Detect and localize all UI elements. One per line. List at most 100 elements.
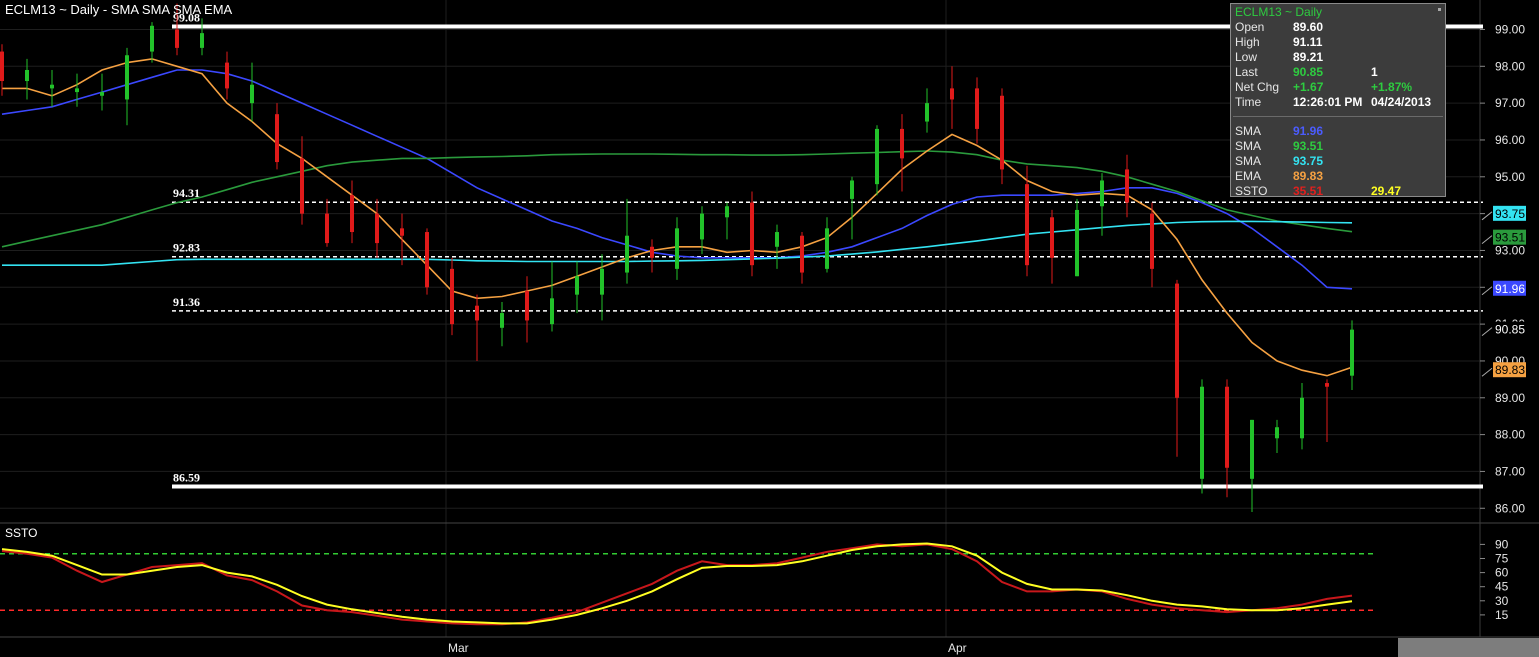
moving-average-lines bbox=[1, 58, 1353, 377]
ssto-line bbox=[1, 543, 1353, 626]
ssto-tick-label: 15 bbox=[1495, 608, 1509, 622]
price-tick-label: 95.00 bbox=[1495, 170, 1525, 184]
candle-body bbox=[300, 158, 304, 214]
candle-body bbox=[1150, 213, 1154, 269]
candle-body bbox=[50, 84, 54, 89]
info-row: Open 89.60 bbox=[1235, 20, 1445, 35]
price-tick-label: 96.00 bbox=[1495, 133, 1525, 147]
info-row: Time 12:26:01 PM 04/24/2013 bbox=[1235, 95, 1445, 110]
info-row-value2: +1.87% bbox=[1371, 80, 1413, 94]
candle-body bbox=[400, 228, 404, 236]
price-marker-label: 89.83 bbox=[1495, 363, 1525, 377]
info-row-value: 93.75 bbox=[1293, 154, 1324, 168]
candle-body bbox=[425, 232, 429, 288]
ssto-panel: 907560453015 bbox=[0, 537, 1509, 626]
price-tick-label: 93.00 bbox=[1495, 243, 1525, 257]
ssto-tick-label: 60 bbox=[1495, 566, 1509, 580]
candlesticks bbox=[0, 3, 1354, 512]
info-row-label: SMA bbox=[1235, 139, 1262, 153]
month-label: Apr bbox=[948, 641, 967, 655]
ssto-tick-label: 30 bbox=[1495, 594, 1509, 608]
scrollbar[interactable] bbox=[1398, 638, 1539, 657]
price-tick-label: 97.00 bbox=[1495, 96, 1525, 110]
price-axis: 99.0098.0097.0096.0095.0094.0093.0092.00… bbox=[1480, 22, 1526, 515]
candle-body bbox=[75, 88, 79, 93]
level-label: 92.83 bbox=[173, 241, 200, 255]
series-line bbox=[2, 58, 1353, 377]
info-row-label: SMA bbox=[1235, 124, 1262, 138]
ssto-tick-label: 45 bbox=[1495, 580, 1509, 594]
price-tick-label: 99.00 bbox=[1495, 22, 1525, 36]
candle-body bbox=[1225, 386, 1229, 468]
chart-title: ECLM13 ~ Daily - SMA SMA SMA EMA bbox=[5, 2, 233, 17]
info-row-value: 91.11 bbox=[1293, 35, 1323, 49]
candle-body bbox=[250, 84, 254, 104]
info-row-value: 12:26:01 PM bbox=[1293, 95, 1363, 109]
candle-body bbox=[175, 29, 179, 48]
candle-body bbox=[650, 246, 654, 258]
price-marker-label: 90.85 bbox=[1495, 323, 1525, 337]
candle-body bbox=[550, 298, 554, 325]
candle-body bbox=[575, 276, 579, 295]
marker-pointer bbox=[1481, 286, 1493, 296]
candle-body bbox=[975, 88, 979, 129]
candle-body bbox=[25, 69, 29, 82]
info-row: SMA 93.75 bbox=[1235, 154, 1445, 169]
info-row-label: SMA bbox=[1235, 154, 1262, 168]
info-row: Last 90.85 1 bbox=[1235, 65, 1445, 80]
price-tick-label: 86.00 bbox=[1495, 501, 1525, 515]
candle-body bbox=[675, 228, 679, 269]
candle-body bbox=[800, 235, 804, 273]
ssto-tick-label: 90 bbox=[1495, 537, 1509, 551]
level-label: 86.59 bbox=[173, 471, 200, 485]
candle-body bbox=[375, 213, 379, 244]
marker-pointer bbox=[1481, 367, 1493, 377]
price-tick-label: 88.00 bbox=[1495, 428, 1525, 442]
price-marker-label: 91.96 bbox=[1495, 282, 1525, 296]
info-row-label: Net Chg bbox=[1235, 80, 1280, 94]
info-row-label: Low bbox=[1235, 50, 1258, 64]
candle-body bbox=[500, 313, 504, 328]
candle-body bbox=[925, 103, 929, 122]
candle-body bbox=[1350, 329, 1354, 376]
info-menu-icon[interactable] bbox=[1438, 8, 1441, 11]
info-row-value: 89.21 bbox=[1293, 50, 1324, 64]
candle-body bbox=[125, 55, 129, 100]
price-marker-label: 93.75 bbox=[1495, 207, 1525, 221]
info-row: SSTO 35.51 29.47 bbox=[1235, 184, 1445, 199]
ssto-line bbox=[1, 542, 1353, 625]
candle-body bbox=[1025, 184, 1029, 266]
info-row-value: +1.67 bbox=[1293, 80, 1324, 94]
candle-body bbox=[450, 268, 454, 325]
info-row-value: 90.85 bbox=[1293, 65, 1324, 79]
info-box[interactable]: ECLM13 ~ Daily Open 89.60 High 91.11 Low 89.2… bbox=[1230, 3, 1446, 199]
candle-body bbox=[1250, 419, 1254, 479]
candle-body bbox=[275, 114, 279, 163]
candle-body bbox=[200, 33, 204, 48]
candle-body bbox=[1050, 217, 1054, 258]
candle-body bbox=[350, 195, 354, 233]
info-row-label: Open bbox=[1235, 20, 1265, 34]
info-row-value: 91.96 bbox=[1293, 124, 1324, 138]
candle-body bbox=[1200, 386, 1204, 479]
time-axis: Mar Apr bbox=[448, 641, 967, 655]
info-row-label: Last bbox=[1235, 65, 1258, 79]
candle-body bbox=[725, 206, 729, 218]
info-row-label: Time bbox=[1235, 95, 1262, 109]
candle-body bbox=[525, 290, 529, 321]
info-row-value2: 1 bbox=[1371, 65, 1378, 79]
info-row-value2: 29.47 bbox=[1371, 184, 1402, 198]
info-row-label: EMA bbox=[1235, 169, 1262, 183]
candle-body bbox=[1000, 95, 1004, 170]
price-marker-label: 93.51 bbox=[1495, 231, 1525, 245]
candle-body bbox=[825, 228, 829, 269]
month-label: Mar bbox=[448, 641, 469, 655]
candle-body bbox=[850, 180, 854, 199]
candle-body bbox=[1125, 169, 1129, 203]
candle-body bbox=[900, 128, 904, 159]
info-row: SMA 93.51 bbox=[1235, 139, 1445, 154]
candle-body bbox=[625, 235, 629, 273]
marker-pointer bbox=[1481, 211, 1493, 221]
info-row-value2: 04/24/2013 bbox=[1371, 95, 1432, 109]
price-tick-label: 98.00 bbox=[1495, 59, 1525, 73]
